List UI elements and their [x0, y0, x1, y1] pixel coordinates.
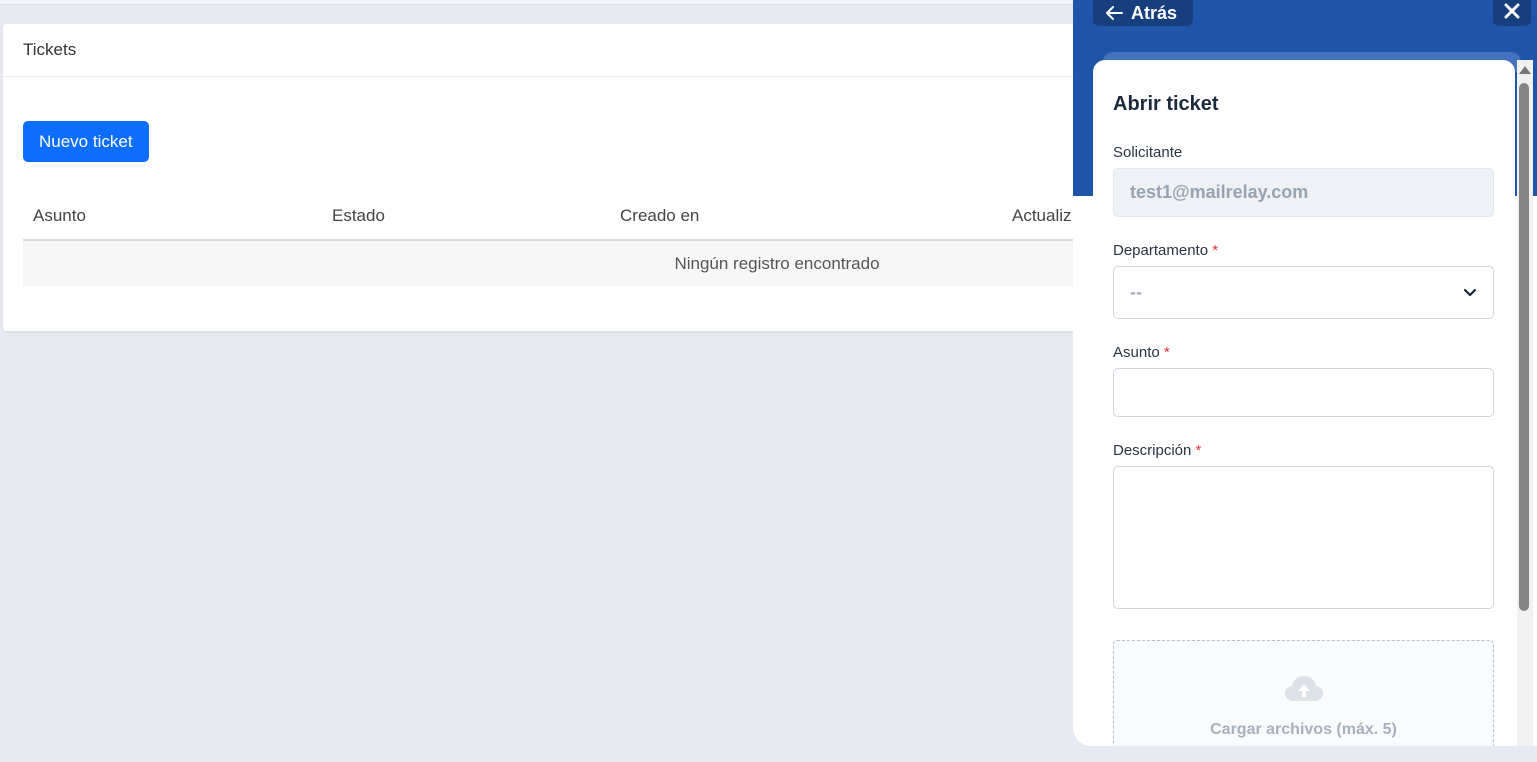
column-header-creado-en[interactable]: Creado en — [620, 206, 699, 226]
close-icon — [1504, 3, 1520, 22]
requester-value: test1@mailrelay.com — [1130, 182, 1309, 202]
table-header-row: Asunto Estado Creado en Actualiz — [23, 194, 1137, 241]
required-mark: * — [1195, 442, 1202, 459]
upload-label: Cargar archivos (máx. 5) — [1210, 721, 1397, 738]
column-header-estado[interactable]: Estado — [332, 206, 385, 226]
card-title: Tickets — [23, 40, 77, 59]
subject-input[interactable] — [1113, 368, 1494, 417]
column-header-actualizado[interactable]: Actualiz — [1012, 206, 1072, 226]
department-select[interactable]: -- — [1113, 266, 1494, 319]
department-label: Departamento * — [1113, 242, 1218, 259]
tickets-table: Asunto Estado Creado en Actualiz Ningún … — [23, 194, 1137, 286]
description-textarea[interactable] — [1113, 466, 1494, 609]
file-upload-dropzone[interactable]: Cargar archivos (máx. 5) — [1113, 640, 1494, 746]
arrow-left-icon — [1105, 5, 1123, 21]
form-title: Abrir ticket — [1113, 93, 1219, 115]
requester-label: Solicitante — [1113, 144, 1182, 161]
description-label-text: Descripción — [1113, 442, 1192, 459]
back-button-label: Atrás — [1131, 2, 1178, 23]
required-mark: * — [1212, 242, 1219, 259]
panel-scrollbar[interactable] — [1517, 60, 1533, 746]
scroll-up-arrow-icon[interactable] — [1519, 66, 1531, 74]
tickets-card: Tickets Nuevo ticket Asunto Estado Cread… — [3, 24, 1137, 331]
requester-field: test1@mailrelay.com — [1113, 168, 1494, 217]
column-header-asunto[interactable]: Asunto — [33, 206, 86, 226]
subject-label-text: Asunto — [1113, 344, 1160, 361]
required-mark: * — [1163, 344, 1170, 361]
open-ticket-panel: Atrás Abrir ticket Solicitante test1@mai… — [1073, 0, 1537, 746]
card-header: Tickets — [3, 24, 1137, 77]
department-label-text: Departamento — [1113, 242, 1209, 259]
subject-label: Asunto * — [1113, 344, 1170, 361]
back-button[interactable]: Atrás — [1093, 0, 1194, 26]
cloud-upload-icon — [1284, 675, 1324, 708]
description-label: Descripción * — [1113, 442, 1201, 459]
close-button[interactable] — [1493, 0, 1531, 26]
chevron-down-icon — [1463, 282, 1477, 303]
open-ticket-form: Abrir ticket Solicitante test1@mailrelay… — [1093, 60, 1515, 746]
department-value: -- — [1130, 282, 1142, 302]
empty-message: Ningún registro encontrado — [674, 253, 880, 273]
table-empty-row: Ningún registro encontrado — [23, 241, 1137, 286]
scroll-thumb[interactable] — [1519, 83, 1529, 611]
new-ticket-button[interactable]: Nuevo ticket — [23, 121, 149, 162]
requester-label-text: Solicitante — [1113, 144, 1183, 161]
